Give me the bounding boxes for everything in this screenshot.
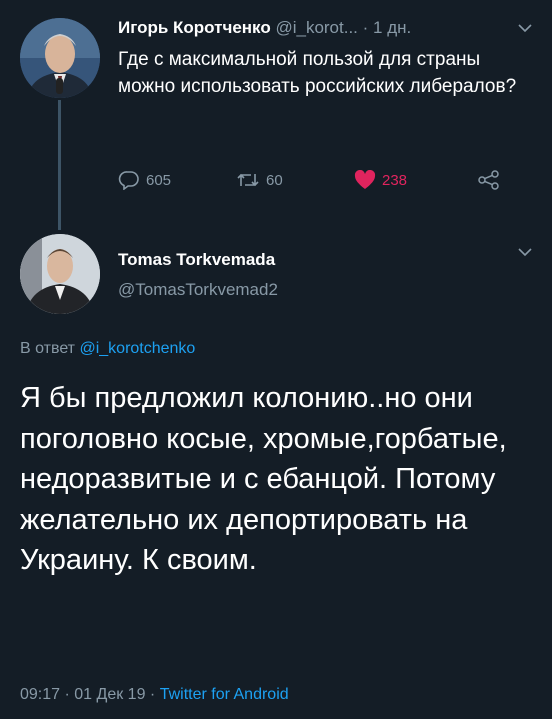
reply-icon	[118, 170, 140, 190]
author-name[interactable]: Tomas Torkvemada	[118, 250, 275, 270]
tweet-actions: 605 60 238	[118, 170, 522, 198]
tweet-author: Игорь Коротченко @i_korot... · 1 дн.	[118, 18, 411, 38]
tweet-timestamp[interactable]: 09:17 · 01 Дек 19 ·	[20, 686, 160, 703]
tweet-meta: 09:17 · 01 Дек 19 · Twitter for Android	[20, 686, 289, 704]
reply-count: 605	[146, 171, 172, 189]
chevron-down-icon[interactable]	[518, 20, 532, 38]
tweet-source-link[interactable]: Twitter for Android	[160, 686, 289, 703]
share-icon	[478, 170, 500, 190]
like-button[interactable]: 238	[354, 170, 407, 190]
tweet-text: Где с максимальной пользой для страны мо…	[118, 49, 517, 97]
tweet-time[interactable]: 1 дн.	[373, 18, 411, 37]
separator: ·	[362, 18, 369, 37]
reply-mention-link[interactable]: @i_korotchenko	[79, 340, 195, 357]
author-handle[interactable]: @i_korot...	[275, 18, 357, 37]
avatar[interactable]	[20, 234, 100, 314]
like-count: 238	[382, 171, 408, 189]
retweet-button[interactable]: 60	[236, 170, 283, 190]
retweet-icon	[236, 170, 260, 190]
share-button[interactable]	[478, 170, 500, 190]
heart-icon	[354, 170, 376, 190]
retweet-count: 60	[266, 171, 283, 189]
reply-context: В ответ @i_korotchenko	[20, 340, 195, 358]
author-name[interactable]: Игорь Коротченко	[118, 18, 271, 37]
chevron-down-icon[interactable]	[518, 244, 532, 262]
reply-prefix: В ответ	[20, 340, 76, 357]
thread-line	[58, 100, 61, 230]
tweet-text: Я бы предложил колонию..но они поголовно…	[20, 382, 507, 576]
reply-button[interactable]: 605	[118, 170, 171, 190]
avatar[interactable]	[20, 18, 100, 98]
author-handle[interactable]: @TomasTorkvemad2	[118, 280, 278, 300]
